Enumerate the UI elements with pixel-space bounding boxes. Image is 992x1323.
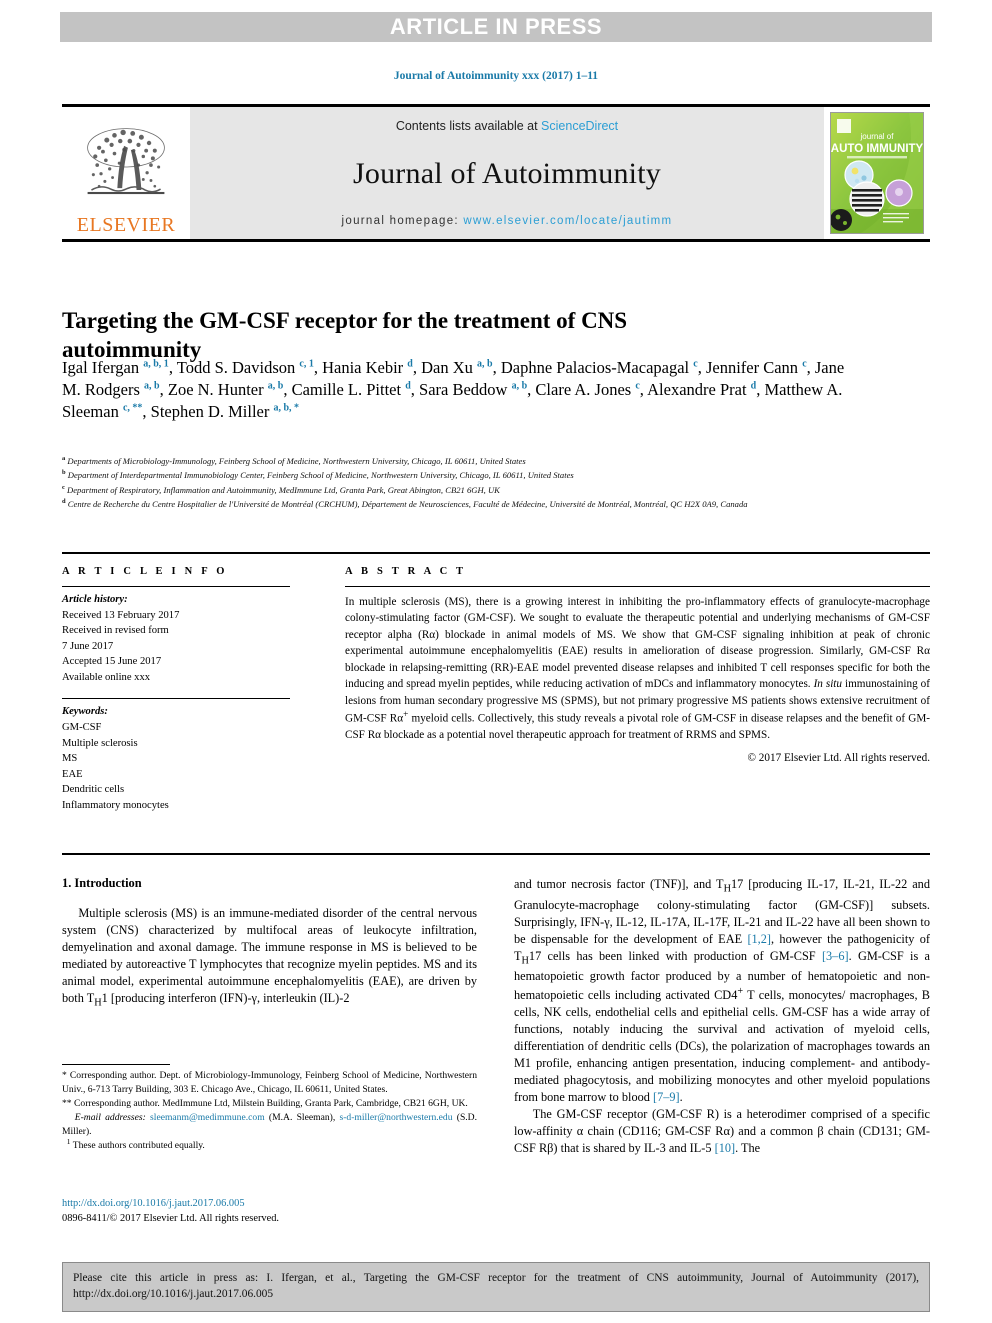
rule-below-abstract [62,853,930,855]
rule-above-info [62,552,930,554]
email-link-sleeman[interactable]: sleemanm@medimmune.com [150,1112,265,1123]
article-history-item: 7 June 2017 [62,640,114,652]
article-info-rule-mid [62,698,290,700]
cite-this-article-text: Please cite this article in press as: I.… [73,1272,919,1301]
journal-cover-block: journal of AUTO IMMUNITY [824,107,930,239]
journal-cover-thumbnail: journal of AUTO IMMUNITY [830,112,924,234]
footnote-block: * Corresponding author. Dept. of Microbi… [62,1064,477,1152]
journal-masthead: ELSEVIER Contents lists available at Sci… [62,104,930,242]
article-page: ARTICLE IN PRESS Journal of Autoimmunity… [0,0,992,1323]
journal-title: Journal of Autoimmunity [353,157,661,190]
affiliation-row: b Department of Interdepartmental Immuno… [62,469,574,481]
body-right-column: and tumor necrosis factor (TNF)], and TH… [514,876,930,1157]
doi-block: http://dx.doi.org/10.1016/j.jaut.2017.06… [62,1196,477,1226]
article-history-lines: Received 13 February 2017 Received in rev… [62,608,312,686]
body-left-column: 1. Introduction Multiple sclerosis (MS) … [62,876,477,1010]
article-info-rule-top [62,586,290,587]
article-history-item: Available online xxx [62,671,151,683]
email-link-miller[interactable]: s-d-miller@northwestern.edu [339,1112,452,1123]
abstract-rule [345,586,930,587]
article-history-block: Article history: Received 13 February 20… [62,592,312,685]
article-info-column: A R T I C L E I N F O Article history: R… [62,566,312,826]
contents-list-line: Contents lists available at ScienceDirec… [396,119,618,133]
contents-list-prefix: Contents lists available at [395,119,542,133]
article-history-item: Received 13 February 2017 [62,609,180,621]
article-in-press-label: ARTICLE IN PRESS [389,14,603,39]
corresponding-author-1: * Corresponding author. Dept. of Microbi… [62,1070,477,1095]
masthead-center: Contents lists available at ScienceDirec… [190,107,824,239]
article-info-heading: A R T I C L E I N F O [62,566,228,577]
footnote-marker-1: 1 [66,1136,71,1146]
equal-contribution-note: 1 These authors contributed equally. [66,1136,205,1151]
elsevier-wordmark: ELSEVIER [76,214,176,236]
keyword-item: MS [62,753,78,765]
keywords-block: Keywords: GM-CSF Multiple sclerosis MS EAE D… [62,704,312,813]
abstract-column: A B S T R A C T In multiple sclerosis (M… [345,566,930,764]
affiliation-row: d Centre de Recherche du Centre Hospital… [62,498,748,509]
footnote-rule [62,1064,170,1065]
keywords-label: Keywords: [62,706,108,718]
svg-text:AUTO IMMUNITY: AUTO IMMUNITY [831,143,923,155]
info-spacer-bottom [62,813,312,826]
issn-copyright-line: 0896-8411/© 2017 Elsevier Ltd. All right… [62,1213,280,1225]
keyword-item: EAE [62,768,83,780]
affiliation-marker: b [62,469,66,477]
abstract-heading: A B S T R A C T [345,566,467,577]
sciencedirect-link[interactable]: ScienceDirect [541,119,618,133]
article-history-item: Accepted 15 June 2017 [62,656,162,668]
email-addresses-line: E-mail addresses: sleemanm@medimmune.com… [62,1111,478,1137]
author-list: Igal Ifergan a, b, 1, Todd S. Davidson c… [62,358,845,422]
homepage-label: journal homepage: [341,215,464,227]
abstract-copyright: © 2017 Elsevier Ltd. All rights reserved… [747,751,931,764]
publisher-logo-block: ELSEVIER [62,107,190,239]
keyword-item: Dendritic cells [62,784,125,796]
journal-citation-line: Journal of Autoimmunity xxx (2017) 1–11 [393,70,599,82]
article-in-press-banner: ARTICLE IN PRESS [60,12,932,42]
abstract-text: In multiple sclerosis (MS), there is a g… [345,596,930,742]
keyword-item: Multiple sclerosis [62,737,138,749]
journal-cover-art: journal of AUTO IMMUNITY [831,113,923,233]
affiliation-marker: d [62,498,66,506]
keyword-item: GM-CSF [62,721,102,733]
introduction-heading: 1. Introduction [62,876,142,890]
affiliation-row: c Department of Respiratory, Inflammatio… [62,483,500,495]
homepage-url-link[interactable]: www.elsevier.com/locate/jautimm [463,215,672,227]
affiliation-marker: c [62,483,65,491]
article-history-item: Received in revised form [62,625,169,637]
journal-homepage-line: journal homepage: www.elsevier.com/locat… [342,215,673,227]
elsevier-tree-icon [87,128,165,195]
keyword-item: Inflammatory monocytes [62,799,169,811]
affiliation-list: a Departments of Microbiology-Immunology… [62,455,922,512]
affiliation-marker: a [62,455,66,463]
email-addresses-label: E-mail addresses: [74,1111,146,1123]
article-history-label: Article history: [62,594,128,605]
introduction-paragraph-right: and tumor necrosis factor (TNF)], and TH… [514,877,931,1104]
affiliation-row: a Departments of Microbiology-Immunology… [62,455,526,466]
svg-text:journal of: journal of [860,132,895,141]
keywords-lines: GM-CSF Multiple sclerosis MS EAE Dendritic c… [62,720,312,813]
corresponding-author-2: ** Corresponding author. MedImmune Ltd, … [62,1097,468,1109]
doi-link[interactable]: http://dx.doi.org/10.1016/j.jaut.2017.06… [62,1196,477,1211]
cite-this-article-box: Please cite this article in press as: I.… [62,1262,930,1312]
introduction-paragraph-left: Multiple sclerosis (MS) is an immune-med… [62,906,477,1009]
gm-csf-receptor-paragraph: The GM-CSF receptor (GM-CSF R) is a hete… [514,1106,930,1155]
